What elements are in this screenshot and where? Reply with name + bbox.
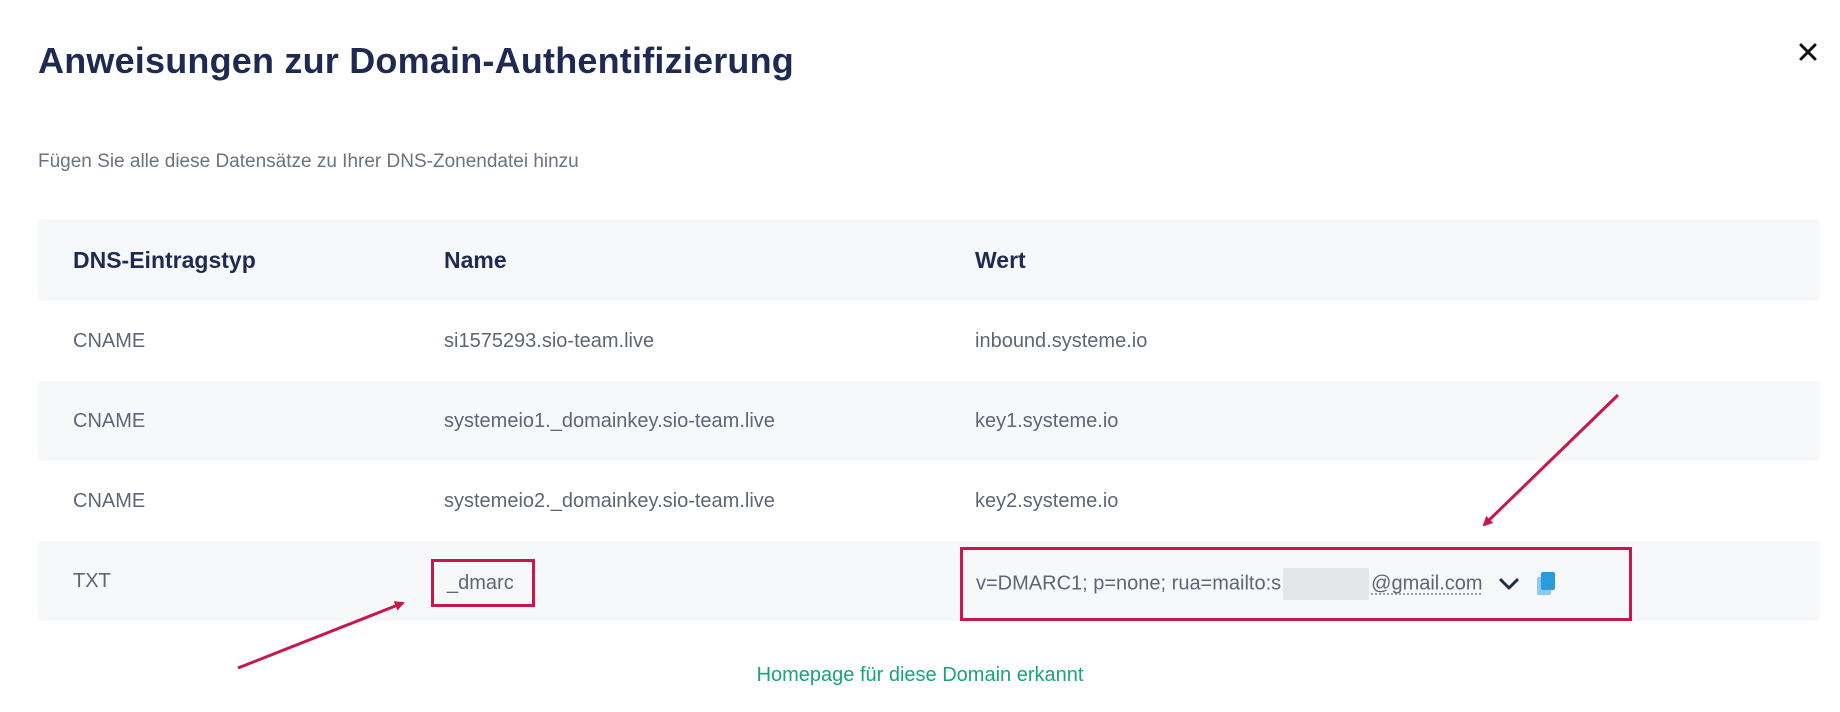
- copy-icon[interactable]: [1535, 571, 1557, 597]
- column-header-type: DNS-Eintragstyp: [73, 246, 256, 273]
- record-type: CNAME: [73, 409, 146, 432]
- homepage-detected-link[interactable]: Homepage für diese Domain erkannt: [0, 664, 1840, 687]
- record-name: systemeio1._domainkey.sio-team.live: [444, 409, 775, 432]
- modal-subtitle: Fügen Sie alle diese Datensätze zu Ihrer…: [38, 151, 579, 172]
- record-value-suffix: @gmail.com: [1371, 572, 1483, 595]
- record-name-highlight: _dmarc: [431, 559, 535, 607]
- dns-records-table: DNS-Eintragstyp Name Wert CNAME si157529…: [38, 219, 1820, 621]
- table-row: CNAME systemeio1._domainkey.sio-team.liv…: [38, 381, 1820, 461]
- record-type: CNAME: [73, 489, 146, 512]
- record-value: inbound.systeme.io: [975, 329, 1148, 352]
- table-row: CNAME si1575293.sio-team.live inbound.sy…: [38, 301, 1820, 381]
- table-header-row: DNS-Eintragstyp Name Wert: [38, 219, 1820, 301]
- record-value-prefix: v=DMARC1; p=none; rua=mailto:: [976, 572, 1272, 595]
- column-header-name: Name: [444, 246, 507, 273]
- modal-title: Anweisungen zur Domain-Authentifizierung: [38, 40, 794, 81]
- record-value-highlight: v=DMARC1; p=none; rua=mailto:s @gmail.com: [960, 547, 1632, 621]
- record-type: CNAME: [73, 329, 146, 352]
- close-icon[interactable]: [1794, 38, 1822, 66]
- record-value: key2.systeme.io: [975, 489, 1119, 512]
- record-value: v=DMARC1; p=none; rua=mailto:s @gmail.com: [976, 568, 1483, 600]
- record-type: TXT: [73, 569, 111, 592]
- table-row: TXT _dmarc v=DMARC1; p=none; rua=mailto:…: [38, 541, 1820, 621]
- table-row: CNAME systemeio2._domainkey.sio-team.liv…: [38, 461, 1820, 541]
- record-value-partial: s: [1271, 572, 1282, 595]
- chevron-down-icon[interactable]: [1497, 572, 1521, 596]
- record-name: _dmarc: [447, 571, 514, 594]
- column-header-value: Wert: [975, 246, 1026, 273]
- record-value: key1.systeme.io: [975, 409, 1119, 432]
- record-name: si1575293.sio-team.live: [444, 329, 655, 352]
- redacted-email: [1283, 568, 1370, 600]
- record-name: systemeio2._domainkey.sio-team.live: [444, 489, 775, 512]
